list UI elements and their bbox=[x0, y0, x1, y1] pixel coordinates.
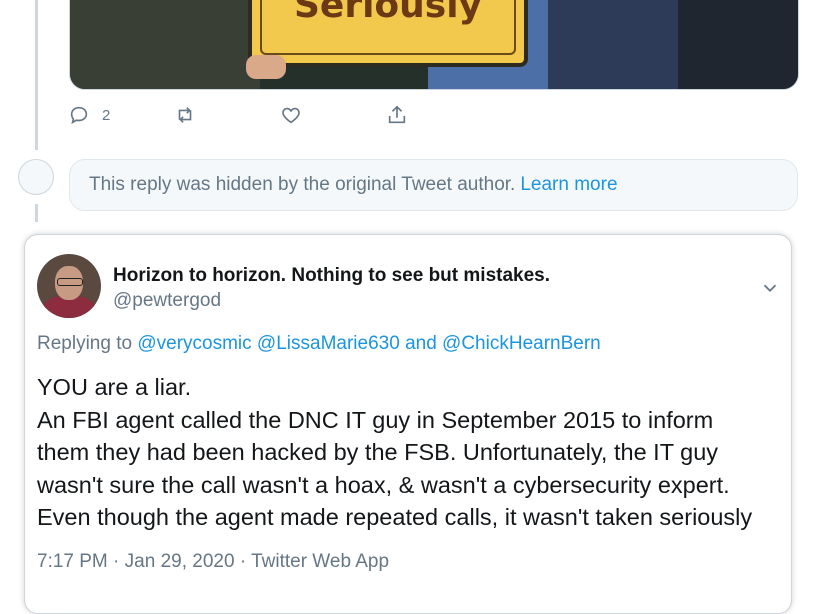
hidden-reply-notice: This reply was hidden by the original Tw… bbox=[69, 159, 798, 211]
protest-sign: Seriously bbox=[248, 0, 528, 67]
tweet-source-app[interactable]: Twitter Web App bbox=[251, 551, 389, 572]
hidden-reply-avatar-placeholder bbox=[18, 159, 54, 195]
reply-and-text: and bbox=[405, 333, 437, 354]
tweet-text-line: YOU are a liar. bbox=[37, 374, 192, 400]
tweet-metadata: 7:17 PM · Jan 29, 2020 · Twitter Web App bbox=[37, 551, 389, 573]
avatar-glasses bbox=[57, 278, 83, 286]
meta-separator: · bbox=[113, 551, 120, 572]
replying-prefix: Replying to bbox=[37, 333, 133, 354]
tweet-text-line: Even though the agent made repeated call… bbox=[37, 504, 753, 530]
image-hand bbox=[246, 55, 286, 79]
reply-user-link[interactable]: @ChickHearnBern bbox=[442, 333, 601, 354]
retweet-icon bbox=[178, 107, 192, 123]
tweet-text-line: them they had been hacked by the FSB. Un… bbox=[37, 439, 719, 465]
hidden-reply-message: This reply was hidden by the original Tw… bbox=[89, 174, 516, 195]
display-name[interactable]: Horizon to horizon. Nothing to see but m… bbox=[113, 265, 550, 287]
meta-separator: · bbox=[239, 551, 247, 572]
reply-button[interactable]: 2 bbox=[68, 100, 110, 130]
retweet-button[interactable] bbox=[174, 100, 196, 130]
image-person-coat bbox=[538, 0, 678, 89]
thread-line-bottom bbox=[35, 204, 38, 222]
reply-count: 2 bbox=[102, 106, 111, 124]
like-button[interactable] bbox=[280, 100, 302, 130]
tweet-text: YOU are a liar. An FBI agent called the … bbox=[37, 371, 787, 534]
like-icon bbox=[282, 107, 300, 124]
share-button[interactable] bbox=[386, 100, 408, 130]
user-handle[interactable]: @pewtergod bbox=[113, 290, 221, 312]
tweet-time[interactable]: 7:17 PM bbox=[37, 551, 108, 572]
thread-line-top bbox=[35, 0, 38, 150]
tweet-date[interactable]: Jan 29, 2020 bbox=[125, 551, 235, 572]
share-icon bbox=[388, 105, 406, 124]
avatar[interactable] bbox=[37, 254, 101, 318]
replying-to-line: Replying to @verycosmic @LissaMarie630 a… bbox=[37, 333, 601, 355]
reply-user-link[interactable]: @verycosmic bbox=[137, 333, 251, 354]
learn-more-link[interactable]: Learn more bbox=[520, 174, 617, 196]
reply-user-link[interactable]: @LissaMarie630 bbox=[257, 333, 400, 354]
sign-text: Seriously bbox=[293, 0, 483, 26]
reply-icon bbox=[70, 106, 88, 125]
more-options-button[interactable] bbox=[759, 277, 781, 299]
tweet-text-line: An FBI agent called the DNC IT guy in Se… bbox=[37, 406, 714, 433]
tweet-text-line: wasn't sure the call wasn't a hoax, & wa… bbox=[37, 471, 730, 498]
image-background bbox=[70, 0, 260, 89]
chevron-down-icon bbox=[763, 284, 777, 293]
tweet-media-image[interactable]: Seriously bbox=[69, 0, 799, 90]
focused-tweet: Horizon to horizon. Nothing to see but m… bbox=[24, 234, 792, 614]
